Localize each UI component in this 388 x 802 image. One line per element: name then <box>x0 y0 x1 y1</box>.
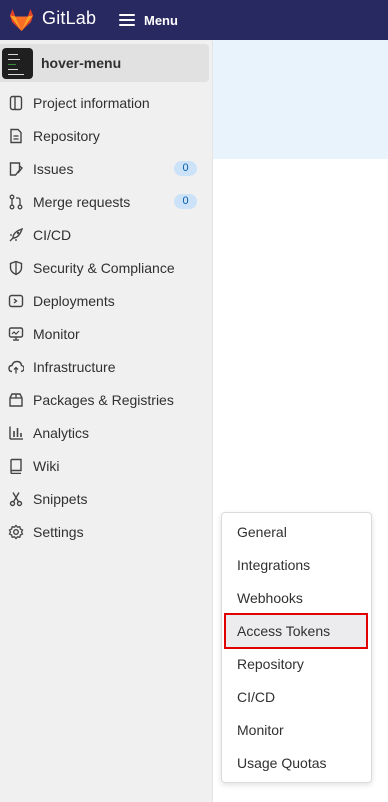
sidebar-item-security-compliance[interactable]: Security & Compliance <box>0 251 213 284</box>
shield-icon <box>9 260 23 275</box>
rocket-icon <box>9 227 24 241</box>
flyout-item-label: Access Tokens <box>237 623 331 639</box>
flyout-item-label: CI/CD <box>237 689 276 705</box>
sidebar-item-merge-requests[interactable]: Merge requests 0 <box>0 185 213 218</box>
flyout-item-label: General <box>237 524 287 540</box>
project-avatar <box>2 48 33 79</box>
menu-button[interactable]: Menu <box>119 10 178 30</box>
sidebar-item-settings[interactable]: Settings <box>0 515 213 548</box>
flyout-item-label: Repository <box>237 656 304 672</box>
settings-flyout-menu: General Integrations Webhooks Access Tok… <box>221 512 372 783</box>
sidebar-item-project-information[interactable]: Project information <box>0 86 213 119</box>
cloud-icon <box>8 360 24 373</box>
sidebar-item-ci-cd[interactable]: CI/CD <box>0 218 213 251</box>
sidebar-item-repository[interactable]: Repository <box>0 119 213 152</box>
sidebar-item-label: Analytics <box>33 424 90 441</box>
sidebar-item-issues[interactable]: Issues 0 <box>0 152 213 185</box>
flyout-item-label: Usage Quotas <box>237 755 327 771</box>
issues-count-badge: 0 <box>174 161 197 176</box>
chart-icon <box>9 426 23 440</box>
sidebar-item-label: Repository <box>33 127 100 144</box>
sidebar-item-label: Project information <box>33 94 150 111</box>
gitlab-logo-icon[interactable] <box>9 8 34 32</box>
sidebar-item-deployments[interactable]: Deployments <box>0 284 213 317</box>
project-header[interactable]: hover-menu <box>0 44 209 82</box>
sidebar-item-label: Monitor <box>33 325 80 342</box>
flyout-item-access-tokens[interactable]: Access Tokens <box>225 615 368 648</box>
flyout-item-label: Integrations <box>237 557 311 573</box>
sidebar-item-label: Snippets <box>33 490 88 507</box>
document-icon <box>10 128 22 143</box>
merge-request-icon <box>9 194 23 209</box>
gear-icon <box>8 524 24 539</box>
sidebar-item-label: Settings <box>33 523 84 540</box>
content-banner <box>213 40 388 159</box>
flyout-item-repository[interactable]: Repository <box>222 648 371 681</box>
flyout-item-label: Webhooks <box>237 590 303 606</box>
book-icon <box>10 458 22 474</box>
sidebar-item-label: Packages & Registries <box>33 391 174 408</box>
sidebar-item-label: Infrastructure <box>33 358 116 375</box>
flyout-item-monitor[interactable]: Monitor <box>222 714 371 747</box>
sidebar-item-packages-registries[interactable]: Packages & Registries <box>0 383 213 416</box>
sidebar-item-infrastructure[interactable]: Infrastructure <box>0 350 213 383</box>
sidebar-item-label: Security & Compliance <box>33 259 175 276</box>
brand-name[interactable]: GitLab <box>42 8 96 29</box>
sidebar-item-label: Issues <box>33 160 74 177</box>
sidebar-item-snippets[interactable]: Snippets <box>0 482 213 515</box>
sidebar: hover-menu Project information Repositor… <box>0 40 213 802</box>
scissors-icon <box>9 491 23 506</box>
monitor-icon <box>8 326 24 341</box>
top-navbar: GitLab Menu <box>0 0 388 40</box>
flyout-item-ci-cd[interactable]: CI/CD <box>222 681 371 714</box>
flyout-item-webhooks[interactable]: Webhooks <box>222 582 371 615</box>
project-name: hover-menu <box>41 55 122 71</box>
flyout-item-integrations[interactable]: Integrations <box>222 549 371 582</box>
hamburger-icon <box>119 14 135 26</box>
menu-label: Menu <box>144 12 178 28</box>
flyout-item-label: Monitor <box>237 722 284 738</box>
deployments-icon <box>8 294 24 307</box>
flyout-item-general[interactable]: General <box>222 516 371 549</box>
sidebar-item-label: Wiki <box>33 457 60 474</box>
sidebar-item-monitor[interactable]: Monitor <box>0 317 213 350</box>
sidebar-item-analytics[interactable]: Analytics <box>0 416 213 449</box>
info-icon <box>9 95 23 110</box>
sidebar-item-label: CI/CD <box>33 226 72 243</box>
sidebar-item-label: Merge requests <box>33 193 131 210</box>
merge-requests-count-badge: 0 <box>174 194 197 209</box>
flyout-item-usage-quotas[interactable]: Usage Quotas <box>222 747 371 780</box>
package-icon <box>9 392 23 407</box>
sidebar-item-label: Deployments <box>33 292 115 309</box>
sidebar-item-wiki[interactable]: Wiki <box>0 449 213 482</box>
issues-icon <box>9 161 23 176</box>
